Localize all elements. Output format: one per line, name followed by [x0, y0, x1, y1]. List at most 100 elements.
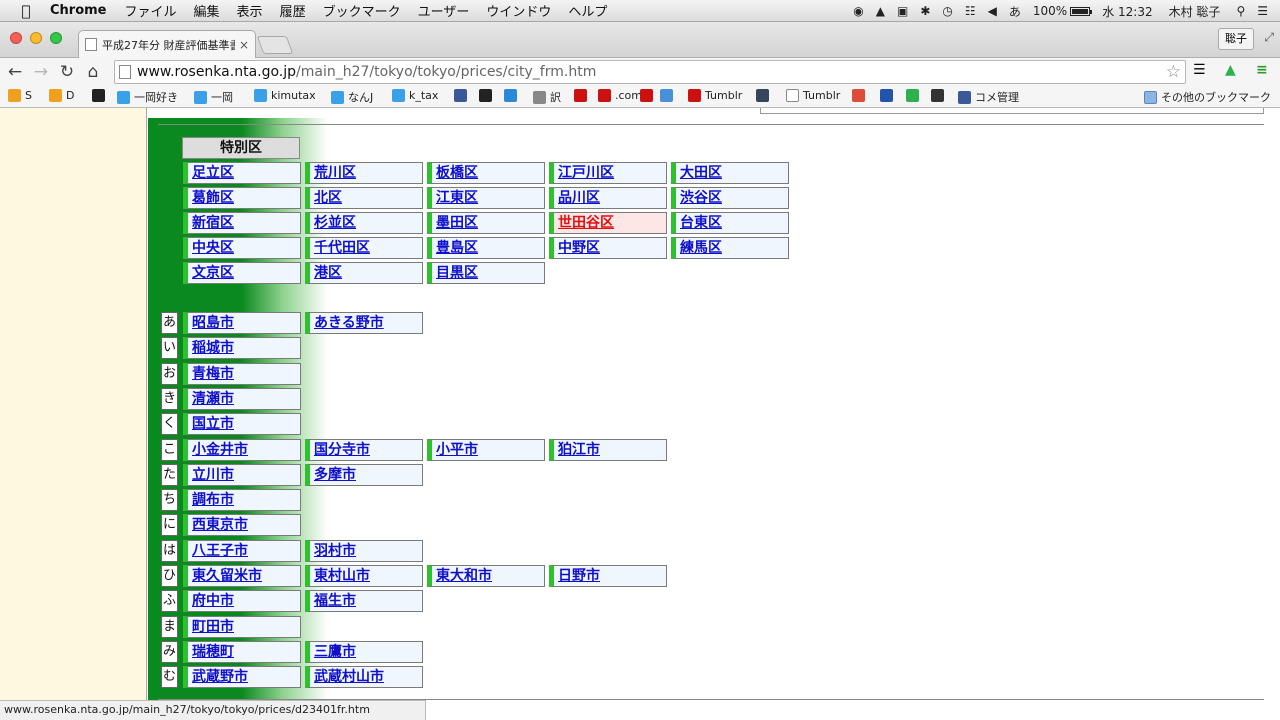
bookmark-item[interactable] — [931, 89, 948, 102]
notification-center-icon[interactable]: ☰ — [1257, 4, 1268, 18]
city-link[interactable]: 多摩市 — [314, 467, 356, 483]
ward-link[interactable]: 大田区 — [680, 165, 722, 181]
bookmark-item[interactable]: 一岡 — [194, 89, 233, 105]
evernote-icon[interactable]: ▲ — [876, 4, 885, 18]
ward-link[interactable]: 板橋区 — [436, 165, 478, 181]
bookmark-item[interactable]: kimutax — [254, 89, 316, 102]
city-link[interactable]: 府中市 — [192, 593, 234, 609]
city-link[interactable]: 東大和市 — [436, 568, 492, 584]
ward-link[interactable]: 足立区 — [192, 165, 234, 181]
close-window-button[interactable] — [10, 32, 22, 44]
bookmark-item[interactable] — [660, 89, 677, 102]
bookmark-item[interactable] — [852, 89, 869, 102]
city-link[interactable]: 小平市 — [436, 442, 478, 458]
city-link[interactable]: 瑞穂町 — [192, 644, 234, 660]
clipboard-icon[interactable]: ▣ — [897, 4, 908, 18]
browser-tab[interactable]: 平成27年分 財産評価基準書 × — [78, 30, 256, 58]
time-machine-icon[interactable]: ◷ — [942, 4, 952, 18]
other-bookmarks[interactable]: その他のブックマーク — [1144, 89, 1271, 105]
ward-link[interactable]: 文京区 — [192, 265, 234, 281]
menu-edit[interactable]: 編集 — [194, 1, 220, 20]
profile-button[interactable]: 聡子 — [1218, 28, 1254, 50]
home-icon[interactable]: ⌂ — [82, 62, 104, 82]
bookmark-item[interactable]: 一岡好き — [117, 89, 178, 105]
clock[interactable]: 水 12:32 — [1102, 3, 1152, 20]
ward-link[interactable]: 江東区 — [436, 190, 478, 206]
city-link[interactable]: 狛江市 — [558, 442, 600, 458]
volume-icon[interactable]: ◀ — [988, 4, 997, 18]
city-link[interactable]: 武蔵村山市 — [314, 669, 384, 685]
new-tab-button[interactable] — [256, 36, 294, 54]
page-info-icon[interactable] — [119, 65, 131, 79]
bookmark-item[interactable] — [906, 89, 923, 102]
bookmark-item[interactable] — [504, 89, 521, 102]
ward-link[interactable]: 港区 — [314, 265, 342, 281]
ward-link[interactable]: 中野区 — [558, 240, 600, 256]
app-menu[interactable]: Chrome — [50, 3, 107, 18]
ward-link[interactable]: 荒川区 — [314, 165, 356, 181]
ward-link[interactable]: 台東区 — [680, 215, 722, 231]
city-link[interactable]: 八王子市 — [192, 543, 248, 559]
city-link[interactable]: 小金井市 — [192, 442, 248, 458]
chrome-menu-icon[interactable]: ≡ — [1256, 62, 1268, 78]
city-link[interactable]: 青梅市 — [192, 366, 234, 382]
city-link[interactable]: 清瀬市 — [192, 391, 234, 407]
ward-link[interactable]: 墨田区 — [436, 215, 478, 231]
bookmark-item[interactable] — [756, 89, 773, 102]
bookmark-item[interactable] — [92, 89, 109, 102]
minimize-window-button[interactable] — [30, 32, 42, 44]
bookmark-item[interactable] — [454, 89, 471, 102]
bookmark-item[interactable]: D — [49, 89, 74, 102]
input-method-indicator[interactable]: あ — [1009, 3, 1021, 20]
fullscreen-icon[interactable]: ⤢ — [1264, 30, 1274, 45]
city-link[interactable]: 三鷹市 — [314, 644, 356, 660]
spotlight-icon[interactable]: ⚲ — [1236, 4, 1245, 18]
ward-link[interactable]: 世田谷区 — [558, 215, 614, 231]
apple-icon[interactable]:  — [16, 2, 36, 20]
city-link[interactable]: 羽村市 — [314, 543, 356, 559]
city-link[interactable]: 東久留米市 — [192, 568, 262, 584]
city-link[interactable]: 武蔵野市 — [192, 669, 248, 685]
bookmark-item[interactable]: Tumblr — [688, 89, 742, 102]
menu-history[interactable]: 履歴 — [280, 1, 306, 20]
reload-icon[interactable]: ↻ — [56, 62, 78, 82]
address-bar[interactable]: www.rosenka.nta.go.jp/main_h27/tokyo/tok… — [114, 60, 1186, 84]
buffer-extension-icon[interactable]: ☰ — [1193, 62, 1206, 78]
forward-icon[interactable]: → — [30, 62, 52, 82]
city-link[interactable]: 西東京市 — [192, 517, 248, 533]
zoom-window-button[interactable] — [50, 32, 62, 44]
city-link[interactable]: 町田市 — [192, 619, 234, 635]
ward-link[interactable]: 千代田区 — [314, 240, 370, 256]
ward-link[interactable]: 品川区 — [558, 190, 600, 206]
ward-link[interactable]: 豊島区 — [436, 240, 478, 256]
ward-link[interactable]: 江戸川区 — [558, 165, 614, 181]
city-link[interactable]: 国立市 — [192, 416, 234, 432]
city-link[interactable]: 福生市 — [314, 593, 356, 609]
bookmark-item[interactable] — [640, 89, 657, 102]
city-link[interactable]: 日野市 — [558, 568, 600, 584]
ward-link[interactable]: 新宿区 — [192, 215, 234, 231]
city-link[interactable]: 稲城市 — [192, 340, 234, 356]
ward-link[interactable]: 中央区 — [192, 240, 234, 256]
city-link[interactable]: 東村山市 — [314, 568, 370, 584]
ward-link[interactable]: 杉並区 — [314, 215, 356, 231]
bookmark-item[interactable]: S — [8, 89, 32, 102]
evernote-extension-icon[interactable]: ▲ — [1225, 62, 1236, 78]
ward-link[interactable]: 練馬区 — [680, 240, 722, 256]
bookmark-star-icon[interactable]: ☆ — [1166, 62, 1181, 82]
battery-indicator[interactable]: 100% — [1033, 4, 1093, 18]
menu-window[interactable]: ウインドウ — [486, 1, 551, 20]
skype-icon[interactable]: ◉ — [853, 4, 863, 18]
bookmark-item[interactable] — [574, 89, 591, 102]
city-link[interactable]: 調布市 — [192, 492, 234, 508]
ward-link[interactable]: 渋谷区 — [680, 190, 722, 206]
bluetooth-icon[interactable]: ✱ — [920, 4, 930, 18]
menu-help[interactable]: ヘルプ — [568, 1, 607, 20]
close-tab-icon[interactable]: × — [239, 38, 249, 52]
city-link[interactable]: 国分寺市 — [314, 442, 370, 458]
back-icon[interactable]: ← — [4, 62, 26, 82]
bookmark-item[interactable]: コメ管理 — [958, 89, 1019, 105]
ward-link[interactable]: 葛飾区 — [192, 190, 234, 206]
city-link[interactable]: 立川市 — [192, 467, 234, 483]
ward-link[interactable]: 北区 — [314, 190, 342, 206]
